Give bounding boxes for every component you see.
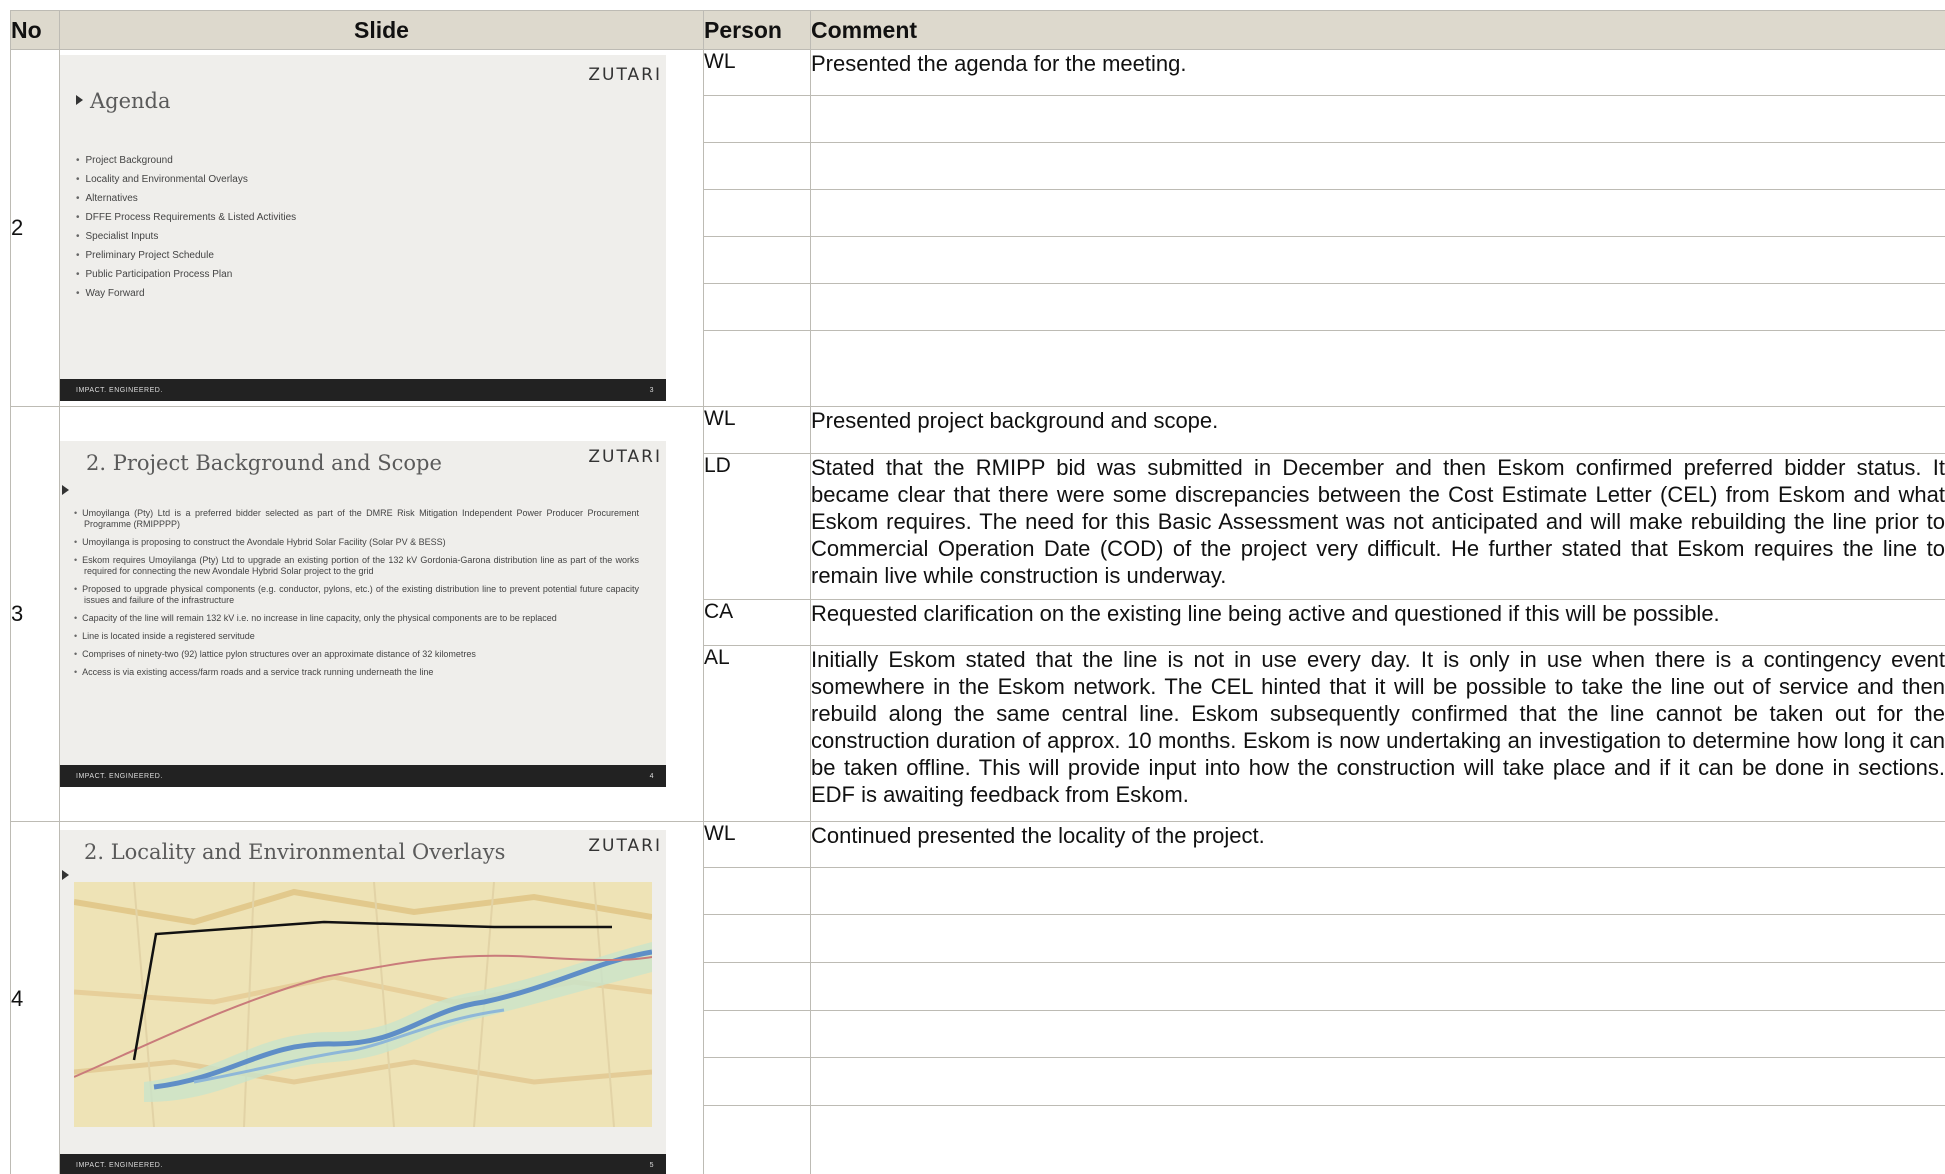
person-cell [703,1104,811,1174]
comment-cell [810,236,1945,284]
comment-cell: Presented the agenda for the meeting. [810,49,1945,96]
person-cell [703,189,811,237]
comment-cell [810,283,1945,331]
slide-thumbnail-locality: ZUTARI 2. Locality and Environmental Ove… [60,830,666,1174]
slide-cell: ZUTARI 2. Locality and Environmental Ove… [59,821,704,1174]
person-cell: WL [703,406,811,454]
person-cell [703,95,811,143]
comment-cell: Stated that the RMIPP bid was submitted … [810,453,1945,600]
person-cell: AL [703,645,811,822]
comment-cell [810,1009,1945,1059]
header-comment: Comment [810,10,1945,50]
agenda-list: Project Background Locality and Environm… [76,155,297,307]
zutari-logo: ZUTARI [588,447,662,467]
triangle-bullet-icon [76,95,83,105]
comment-cell [810,189,1945,237]
slide-footer: IMPACT. ENGINEERED. 4 [60,765,666,787]
list-item: Eskom requires Umoyilanga (Pty) Ltd to u… [74,555,639,577]
list-item: Comprises of ninety-two (92) lattice pyl… [74,649,639,660]
comment-cell: Continued presented the locality of the … [810,821,1945,868]
person-cell: CA [703,599,811,646]
person-cell: LD [703,453,811,600]
person-cell [703,330,811,407]
row-number: 2 [10,49,60,407]
comment-cell [810,1104,1945,1174]
person-cell [703,283,811,331]
comment-cell [810,330,1945,407]
list-item: Alternatives [76,193,296,212]
comment-cell: Presented project background and scope. [810,406,1945,454]
person-cell [703,1009,811,1059]
person-cell [703,914,811,963]
person-cell [703,1057,811,1106]
comment-cell [810,142,1945,190]
slide-title: 2. Locality and Environmental Overlays [84,840,506,864]
comment-cell: Requested clarification on the existing … [810,599,1945,646]
slide-page-number: 3 [649,387,654,394]
locality-map [74,882,652,1127]
slide-cell: ZUTARI 2. Project Background and Scope U… [59,406,704,822]
comment-cell [810,95,1945,143]
person-cell [703,236,811,284]
header-no: No [10,10,60,50]
zutari-logo: ZUTARI [588,836,662,856]
footer-tagline: IMPACT. ENGINEERED. [76,1162,163,1169]
comment-cell [810,914,1945,963]
triangle-bullet-icon [62,870,69,880]
slide-cell: ZUTARI Agenda Project Background Localit… [59,49,704,407]
slide-page-number: 4 [649,773,654,780]
slide-footer: IMPACT. ENGINEERED. 5 [60,1154,666,1174]
minutes-table: No Slide Person Comment 2 ZUTARI Agenda … [10,10,1945,1174]
triangle-bullet-icon [62,485,69,495]
person-cell [703,961,811,1011]
person-cell: WL [703,821,811,868]
table-header-row: No Slide Person Comment [10,10,1945,50]
background-list: Umoyilanga (Pty) Ltd is a preferred bidd… [74,508,639,685]
slide-page-number: 5 [649,1162,654,1169]
minutes-document: No Slide Person Comment 2 ZUTARI Agenda … [10,10,1945,1174]
slide-title: 2. Project Background and Scope [86,451,442,475]
list-item: Umoyilanga (Pty) Ltd is a preferred bidd… [74,508,639,530]
person-cell [703,142,811,190]
table-row: 3 ZUTARI 2. Project Background and Scope… [10,406,1945,822]
slide-thumbnail-background: ZUTARI 2. Project Background and Scope U… [60,441,666,787]
list-item: Locality and Environmental Overlays [76,174,296,193]
list-item: Line is located inside a registered serv… [74,631,639,642]
comment-cell [810,1057,1945,1106]
list-item: Way Forward [76,288,296,307]
header-slide: Slide [59,10,704,50]
row-number: 3 [10,406,60,822]
list-item: Project Background [76,155,296,174]
slide-thumbnail-agenda: ZUTARI Agenda Project Background Localit… [60,55,666,401]
footer-tagline: IMPACT. ENGINEERED. [76,387,163,394]
list-item: Umoyilanga is proposing to construct the… [74,537,639,548]
footer-tagline: IMPACT. ENGINEERED. [76,773,163,780]
table-row: 2 ZUTARI Agenda Project Background Local… [10,49,1945,407]
list-item: Proposed to upgrade physical components … [74,584,639,606]
zutari-logo: ZUTARI [588,65,662,85]
comment-cell [810,961,1945,1011]
header-person: Person [703,10,811,50]
table-row: 4 ZUTARI 2. Locality and Environmental O… [10,821,1945,1174]
list-item: DFFE Process Requirements & Listed Activ… [76,212,297,231]
person-cell [703,866,811,916]
list-item: Preliminary Project Schedule [76,250,296,269]
slide-footer: IMPACT. ENGINEERED. 3 [60,379,666,401]
comment-cell: Initially Eskom stated that the line is … [810,645,1945,822]
list-item: Access is via existing access/farm roads… [74,667,639,678]
slide-title: Agenda [90,89,171,113]
person-cell: WL [703,49,811,96]
list-item: Specialist Inputs [76,231,296,250]
row-number: 4 [10,821,60,1174]
comment-cell [810,866,1945,916]
list-item: Capacity of the line will remain 132 kV … [74,613,639,624]
list-item: Public Participation Process Plan [76,269,296,288]
